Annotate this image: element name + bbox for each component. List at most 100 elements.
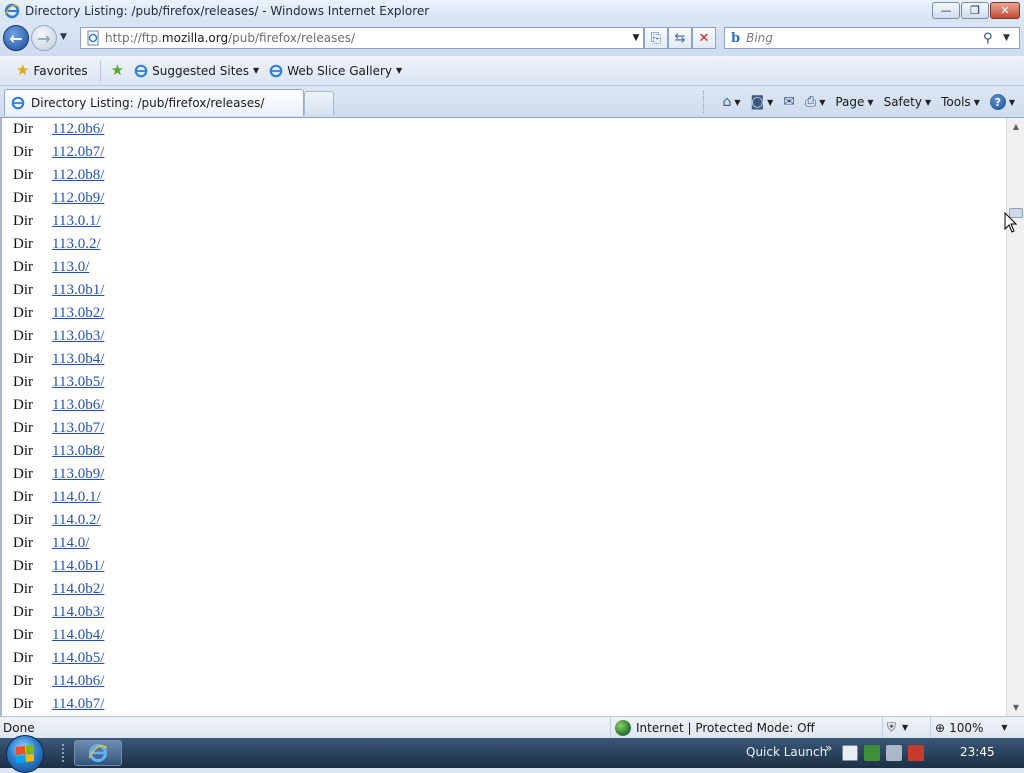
suggested-sites-label: Suggested Sites — [152, 63, 250, 78]
search-icon[interactable]: ⚲ — [983, 31, 1003, 46]
directory-link[interactable]: 113.0b1/ — [52, 282, 104, 299]
directory-link[interactable]: 114.0/ — [52, 535, 89, 552]
quick-launch-label[interactable]: Quick Launch — [746, 745, 827, 759]
directory-link[interactable]: 112.0b6/ — [52, 121, 104, 138]
entry-type: Dir — [13, 558, 33, 574]
tray-security-icon[interactable] — [864, 745, 880, 761]
web-slice-gallery-label: Web Slice Gallery — [287, 63, 392, 78]
directory-link[interactable]: 114.0b7/ — [52, 696, 104, 713]
address-dropdown-icon[interactable]: ▼ — [629, 33, 643, 43]
suggested-sites-link[interactable]: Suggested Sites ▼ — [134, 64, 259, 78]
chevron-down-icon: ▼ — [395, 66, 403, 75]
directory-link[interactable]: 114.0.2/ — [52, 512, 101, 529]
directory-link[interactable]: 113.0b2/ — [52, 305, 104, 322]
command-bar-grip[interactable] — [703, 91, 707, 113]
taskbar-internet-explorer-button[interactable] — [74, 740, 122, 766]
scroll-down-arrow-icon[interactable]: ▼ — [1007, 699, 1024, 716]
directory-link[interactable]: 113.0b3/ — [52, 328, 104, 345]
search-placeholder[interactable]: Bing — [746, 31, 983, 45]
directory-link[interactable]: 113.0.1/ — [52, 213, 101, 230]
search-box[interactable]: b Bing ⚲ ▼ — [724, 27, 1020, 49]
directory-link[interactable]: 113.0b6/ — [52, 397, 104, 414]
security-zone[interactable]: Internet | Protected Mode: Off — [610, 716, 815, 739]
directory-link[interactable]: 114.0b6/ — [52, 673, 104, 690]
refresh-icon: ⇆ — [674, 30, 686, 46]
favorites-label: Favorites — [33, 63, 88, 78]
directory-link[interactable]: 113.0/ — [52, 259, 89, 276]
refresh-button[interactable]: ⇆ — [668, 27, 692, 49]
directory-link[interactable]: 114.0b4/ — [52, 627, 104, 644]
entry-type: Dir — [13, 213, 33, 229]
entry-type: Dir — [13, 374, 33, 390]
print-button[interactable]: ⎙ ▼ — [802, 94, 828, 110]
tab-title: Directory Listing: /pub/firefox/releases… — [31, 96, 265, 110]
status-text: Done — [3, 720, 35, 735]
recent-pages-dropdown[interactable]: ▼ — [60, 32, 67, 42]
directory-link[interactable]: 114.0b3/ — [52, 604, 104, 621]
entry-type: Dir — [13, 121, 33, 137]
directory-link[interactable]: 113.0b9/ — [52, 466, 104, 483]
tray-network-icon[interactable] — [886, 745, 902, 761]
directory-link[interactable]: 113.0b7/ — [52, 420, 104, 437]
directory-link[interactable]: 114.0b5/ — [52, 650, 104, 667]
tools-menu-button[interactable]: Tools ▼ — [938, 95, 983, 109]
directory-link[interactable]: 113.0b8/ — [52, 443, 104, 460]
system-tray — [842, 742, 924, 764]
scroll-up-arrow-icon[interactable]: ▲ — [1007, 118, 1024, 135]
directory-link[interactable]: 112.0b9/ — [52, 190, 104, 207]
web-slice-gallery-link[interactable]: Web Slice Gallery ▼ — [269, 64, 402, 78]
tab-directory-listing[interactable]: Directory Listing: /pub/firefox/releases… — [4, 89, 304, 116]
feeds-button[interactable]: ◙ ▼ — [748, 94, 777, 110]
favorites-button[interactable]: ★ Favorites — [16, 63, 88, 78]
close-window-button[interactable]: ✕ — [990, 2, 1020, 19]
directory-link[interactable]: 112.0b7/ — [52, 144, 104, 161]
entry-type: Dir — [13, 581, 33, 597]
home-button[interactable]: ⌂ ▼ — [719, 94, 743, 110]
zoom-control[interactable]: ⊕ 100% ▼ — [930, 716, 1008, 739]
search-options-dropdown-icon[interactable]: ▼ — [1003, 33, 1019, 43]
read-mail-button[interactable]: ✉ — [780, 94, 798, 110]
add-to-favorites-bar-button[interactable]: ★ — [111, 63, 124, 78]
protected-mode-button[interactable]: ⛨ ▼ — [882, 716, 908, 739]
maximize-button[interactable]: ❐ — [961, 2, 989, 19]
entry-type: Dir — [13, 673, 33, 689]
internet-explorer-icon — [269, 64, 283, 77]
directory-link[interactable]: 114.0b2/ — [52, 581, 104, 598]
help-button[interactable]: ? ▼ — [987, 94, 1018, 110]
stop-button[interactable]: ✕ — [692, 27, 716, 49]
page-menu-button[interactable]: Page ▼ — [832, 95, 876, 109]
globe-icon — [615, 719, 631, 736]
directory-link[interactable]: 112.0b8/ — [52, 167, 104, 184]
chevron-down-icon: ▼ — [973, 97, 980, 107]
clock[interactable]: 23:45 — [960, 745, 995, 759]
directory-link[interactable]: 114.0b1/ — [52, 558, 104, 575]
entry-type: Dir — [13, 512, 33, 528]
directory-link[interactable]: 113.0b5/ — [52, 374, 104, 391]
chevron-down-icon: ▼ — [767, 97, 774, 107]
quick-launch-chevron[interactable]: » — [825, 741, 832, 755]
directory-link[interactable]: 113.0.2/ — [52, 236, 101, 253]
directory-link[interactable]: 114.0.1/ — [52, 489, 101, 506]
back-button[interactable]: ← — [3, 25, 29, 51]
address-bar[interactable]: http://ftp.mozilla.org/pub/firefox/relea… — [80, 27, 644, 49]
title-bar: Directory Listing: /pub/firefox/releases… — [0, 0, 1024, 22]
taskbar-grip[interactable] — [62, 744, 66, 762]
favorites-star-icon: ★ — [16, 61, 30, 79]
safety-menu-button[interactable]: Safety ▼ — [881, 95, 935, 109]
address-url[interactable]: http://ftp.mozilla.org/pub/firefox/relea… — [105, 31, 629, 45]
compatibility-view-button[interactable]: ⎘ — [644, 27, 668, 49]
tray-document-icon[interactable] — [842, 745, 858, 761]
start-button[interactable] — [6, 735, 44, 773]
command-bar: ⌂ ▼ ◙ ▼ ✉ ⎙ ▼ Page ▼ Safety ▼ Tools ▼ ? ▼ — [703, 91, 1018, 113]
safety-menu-label: Safety — [883, 95, 922, 109]
new-tab-button[interactable] — [304, 91, 334, 115]
tray-volume-muted-icon[interactable] — [908, 745, 924, 761]
directory-link[interactable]: 113.0b4/ — [52, 351, 104, 368]
vertical-scrollbar[interactable]: ▲ ▼ — [1006, 118, 1024, 716]
forward-button[interactable]: → — [31, 25, 57, 51]
minimize-button[interactable]: — — [932, 2, 960, 19]
zoom-level: 100% — [949, 720, 984, 735]
minimize-icon: — — [940, 4, 952, 17]
forward-arrow-icon: → — [37, 28, 51, 48]
entry-type: Dir — [13, 305, 33, 321]
